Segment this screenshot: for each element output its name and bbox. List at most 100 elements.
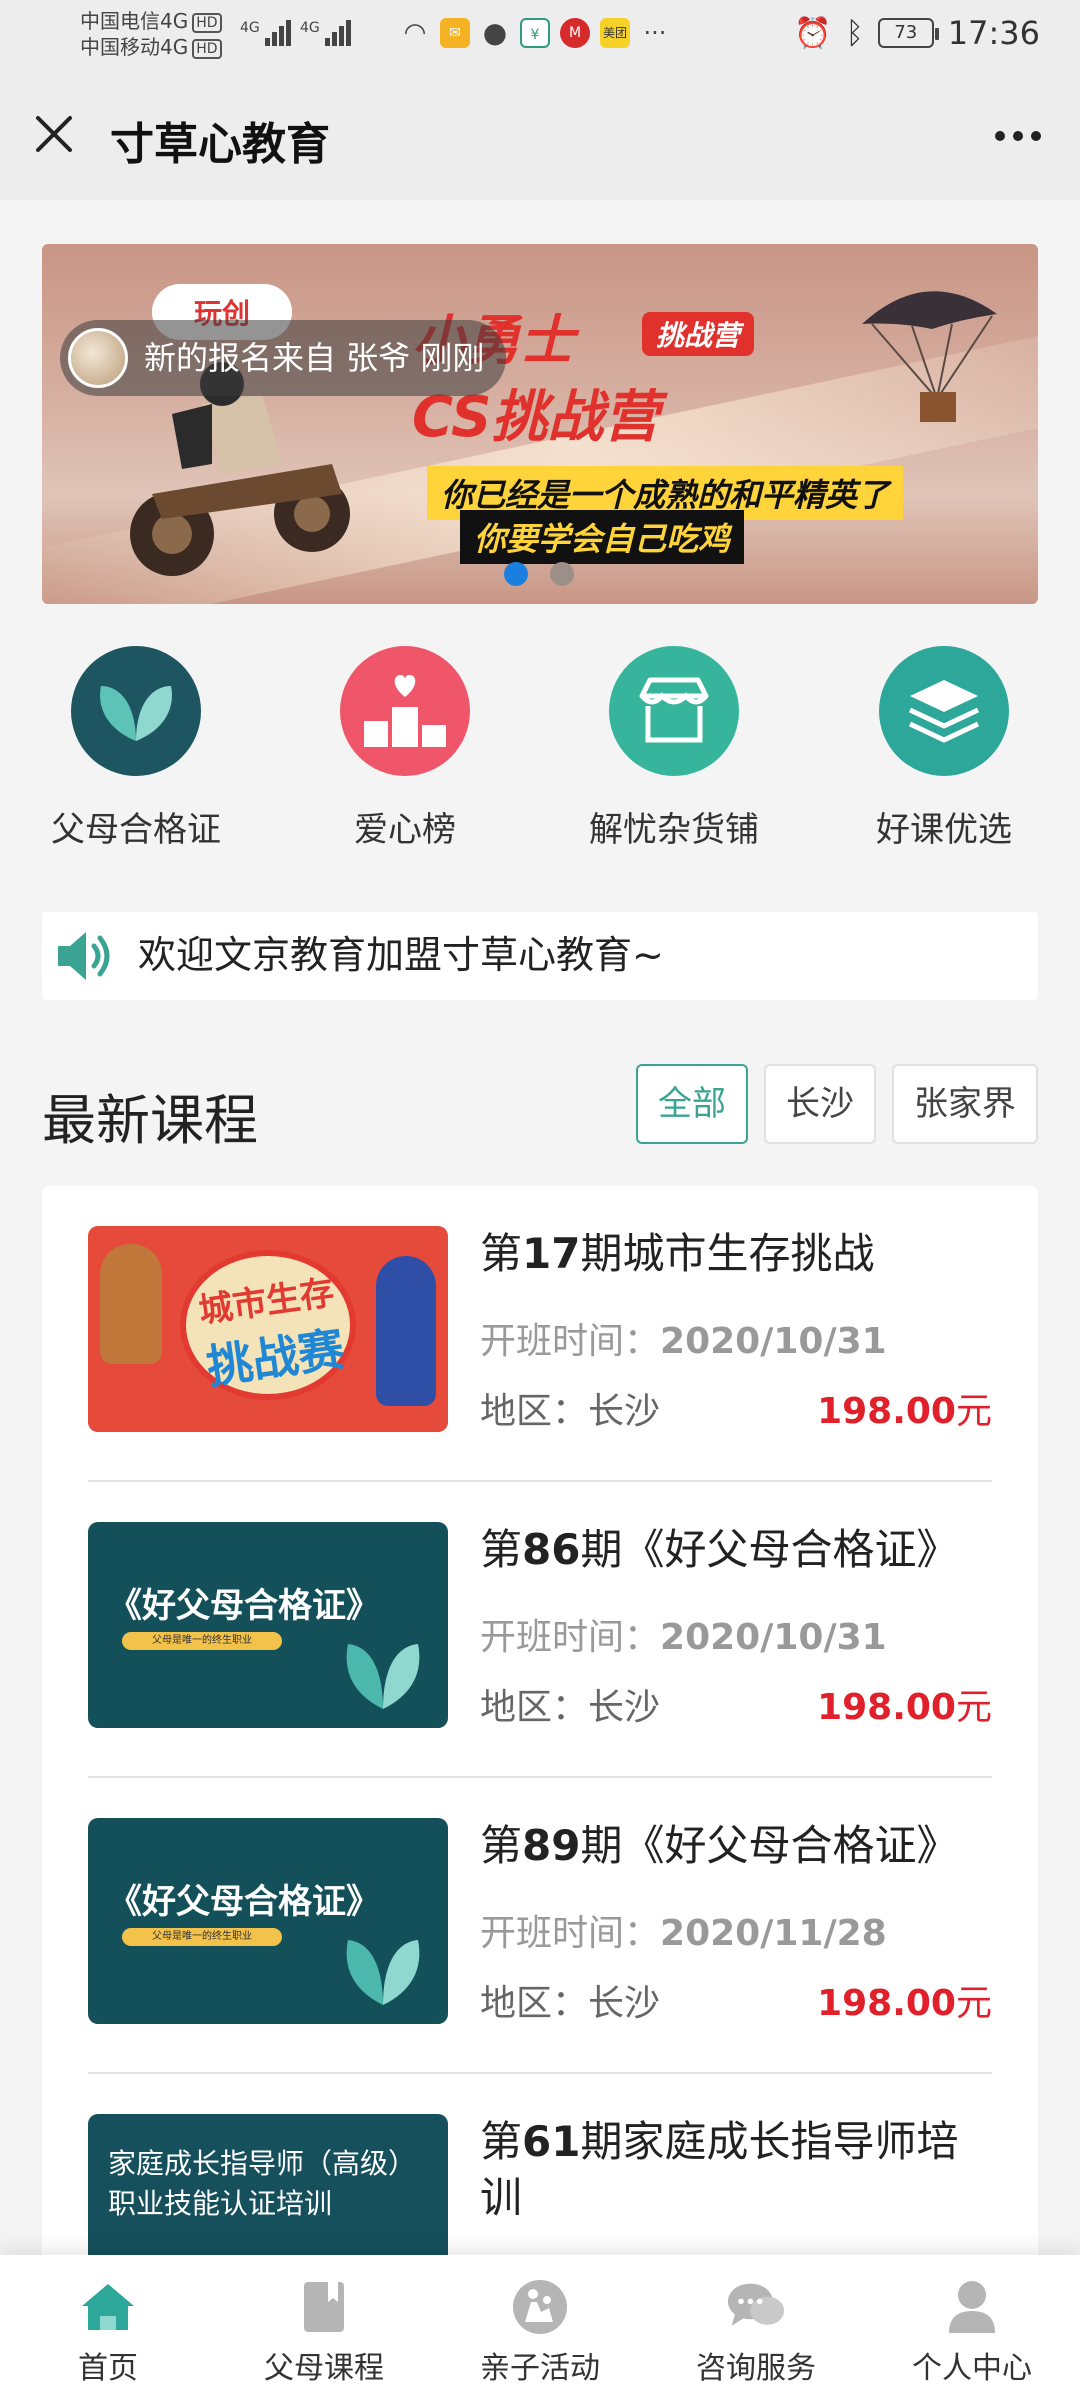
- hd-badge: HD: [192, 38, 222, 59]
- filter-zhangjiajie[interactable]: 张家界: [892, 1064, 1038, 1144]
- quick-nav-love-board[interactable]: 爱心榜: [305, 646, 505, 851]
- announcement-text: 欢迎文京教育加盟寸草心教育~: [138, 933, 664, 977]
- course-price: 198.00元: [817, 1983, 992, 2024]
- tab-label: 首页: [78, 2351, 138, 2386]
- mail-icon: ✉: [440, 18, 470, 48]
- course-title: 第61期家庭成长指导师培训: [480, 2117, 959, 2222]
- course-item[interactable]: 家庭成长指导师（高级） 职业技能认证培训 第61期家庭成长指导师培训: [88, 2074, 992, 2255]
- promo-banner[interactable]: 玩创 小勇士 挑战营 CS挑战营 你已经是一个成熟的和平精英了 你要学会自己吃鸡…: [42, 244, 1038, 604]
- thumb-text: 《好父母合格证》: [108, 1586, 380, 1626]
- announcement-bar[interactable]: 欢迎文京教育加盟寸草心教育~: [42, 912, 1038, 1000]
- section-title: 最新课程: [42, 1089, 258, 1152]
- status-right: ⏰ ᛒ 73 17:36: [794, 14, 1040, 52]
- quick-nav-label: 父母合格证: [51, 810, 221, 850]
- wifi-icon: ◠: [403, 18, 427, 48]
- course-title: 第17期城市生存挑战: [480, 1229, 875, 1278]
- close-icon: [36, 116, 72, 152]
- hd-badge: HD: [192, 12, 222, 33]
- kid-illustration: [100, 1244, 162, 1364]
- bluetooth-icon: ᛒ: [845, 15, 864, 51]
- alarm-icon: ⏰: [794, 15, 832, 51]
- close-button[interactable]: [26, 106, 82, 162]
- course-thumbnail: 城市生存 挑战赛: [88, 1226, 448, 1432]
- more-menu-button[interactable]: [986, 112, 1050, 160]
- tab-family-activities[interactable]: 亲子活动: [432, 2255, 648, 2400]
- chat-icon: [726, 2277, 786, 2337]
- course-price: 198.00元: [817, 1687, 992, 1728]
- banner-line-2: 你要学会自己吃鸡: [460, 510, 745, 564]
- network-type: 4G: [300, 20, 320, 36]
- tab-consulting[interactable]: 咨询服务: [648, 2255, 864, 2400]
- signal-icon: 4G: [240, 20, 293, 46]
- course-start-time: 开班时间：2020/11/28: [480, 1913, 887, 1954]
- more-notifications-icon: ···: [643, 19, 667, 47]
- region-filters: 全部 长沙 张家界: [636, 1064, 1038, 1144]
- banner-tag: 挑战营: [642, 312, 755, 356]
- course-region: 地区：长沙: [480, 1687, 661, 1728]
- course-region: 地区：长沙: [480, 1391, 661, 1432]
- thumb-text: 父母是唯一的终生职业: [122, 1632, 282, 1650]
- thumb-text: 《好父母合格证》: [108, 1882, 380, 1922]
- course-item[interactable]: 《好父母合格证》 父母是唯一的终生职业 第89期《好父母合格证》 开班时间：20…: [88, 1778, 992, 2074]
- shop-icon: [609, 646, 739, 776]
- metro-icon: M: [560, 18, 590, 48]
- network-type: 4G: [240, 20, 260, 36]
- quick-nav: 父母合格证 爱心榜 解忧杂货铺 好课优选: [0, 646, 1080, 856]
- layers-icon: [879, 646, 1009, 776]
- tab-home[interactable]: 首页: [0, 2255, 216, 2400]
- more-dot: [1013, 131, 1023, 141]
- quick-nav-top-courses[interactable]: 好课优选: [844, 646, 1044, 851]
- course-item[interactable]: 城市生存 挑战赛 第17期城市生存挑战 开班时间：2020/10/31 地区：长…: [88, 1186, 992, 1482]
- heart-leaf-icon: [346, 1940, 420, 2005]
- tab-label: 父母课程: [264, 2351, 384, 2386]
- main-content: 玩创 小勇士 挑战营 CS挑战营 你已经是一个成熟的和平精英了 你要学会自己吃鸡…: [0, 200, 1080, 2255]
- notification-icons: ◠ ✉ ● ¥ M 美团 ···: [400, 18, 670, 48]
- quick-nav-parent-certificate[interactable]: 父母合格证: [36, 646, 236, 851]
- quick-nav-label: 解忧杂货铺: [589, 810, 759, 850]
- tab-parent-courses[interactable]: 父母课程: [216, 2255, 432, 2400]
- course-list: 城市生存 挑战赛 第17期城市生存挑战 开班时间：2020/10/31 地区：长…: [42, 1186, 1038, 2255]
- course-item[interactable]: 《好父母合格证》 父母是唯一的终生职业 第86期《好父母合格证》 开班时间：20…: [88, 1482, 992, 1778]
- avatar: [68, 328, 128, 388]
- signal-icon: 4G: [300, 20, 353, 46]
- signup-notice: 新的报名来自 张爷 刚刚: [60, 320, 507, 396]
- bottom-tab-bar: 首页 父母课程 亲子活动 咨询服务 个人中心: [0, 2255, 1080, 2400]
- speaker-icon: [58, 932, 110, 980]
- user-icon: [942, 2277, 1002, 2337]
- quick-nav-label: 爱心榜: [354, 810, 456, 850]
- carrier-1: 中国电信4G: [80, 9, 189, 33]
- signup-notice-text: 新的报名来自 张爷 刚刚: [144, 339, 485, 377]
- bank-icon: ¥: [520, 18, 550, 48]
- filter-changsha[interactable]: 长沙: [764, 1064, 876, 1144]
- tab-label: 咨询服务: [696, 2351, 816, 2386]
- heart-leaf-icon: [71, 646, 201, 776]
- title-bar: 寸草心教育: [0, 72, 1080, 200]
- carousel-dot-active[interactable]: [504, 562, 528, 586]
- carrier-2: 中国移动4G: [80, 35, 189, 59]
- thumb-text: 家庭成长指导师（高级） 职业技能认证培训: [108, 2147, 417, 2220]
- meituan-icon: 美团: [600, 18, 630, 48]
- message-icon: ●: [482, 16, 508, 49]
- carousel-dots[interactable]: [504, 562, 574, 586]
- carrier-info: 中国电信4G HD 中国移动4G HD: [80, 8, 222, 60]
- course-start-time: 开班时间：2020/10/31: [480, 1617, 887, 1658]
- carousel-dot[interactable]: [550, 562, 574, 586]
- tab-profile[interactable]: 个人中心: [864, 2255, 1080, 2400]
- battery-icon: 73: [877, 18, 939, 48]
- more-dot: [1031, 131, 1041, 141]
- clock: 17:36: [947, 14, 1040, 52]
- tab-label: 亲子活动: [480, 2351, 600, 2386]
- course-thumbnail: 家庭成长指导师（高级） 职业技能认证培训: [88, 2114, 448, 2255]
- filter-all[interactable]: 全部: [636, 1064, 748, 1144]
- tab-label: 个人中心: [912, 2351, 1032, 2386]
- course-title: 第89期《好父母合格证》: [480, 1821, 959, 1870]
- home-icon: [78, 2277, 138, 2337]
- thumb-text: 父母是唯一的终生职业: [122, 1928, 282, 1946]
- quick-nav-grocery[interactable]: 解忧杂货铺: [574, 646, 774, 851]
- course-price: 198.00元: [817, 1391, 992, 1432]
- page-title: 寸草心教育: [110, 119, 330, 170]
- status-bar: 中国电信4G HD 中国移动4G HD 4G 4G ◠ ✉ ● ¥ M 美团 ···…: [0, 0, 1080, 72]
- course-thumbnail: 《好父母合格证》 父母是唯一的终生职业: [88, 1522, 448, 1728]
- parachute-illustration: [862, 291, 997, 422]
- podium-heart-icon: [340, 646, 470, 776]
